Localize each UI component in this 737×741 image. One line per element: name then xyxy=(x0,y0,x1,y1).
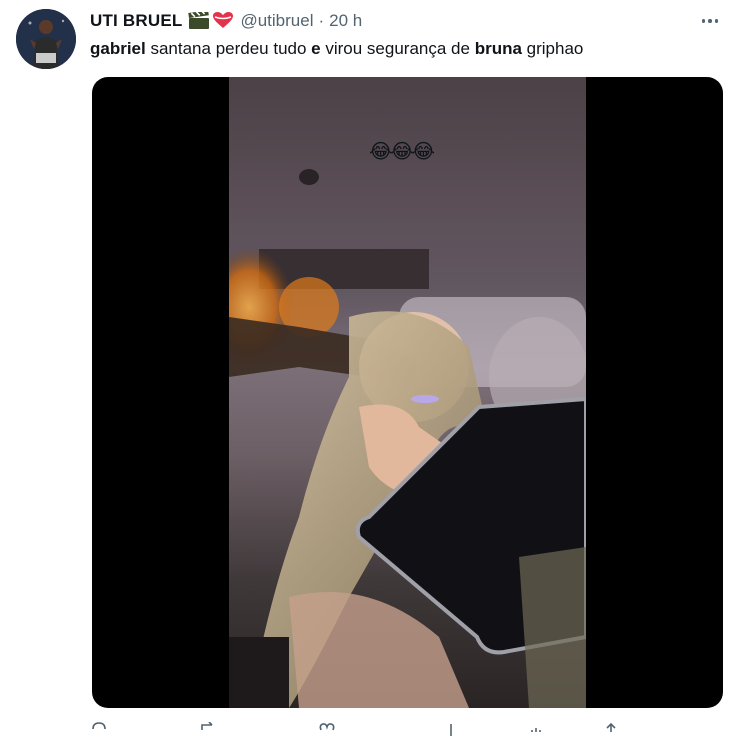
tweet-actions xyxy=(90,721,723,736)
tweet-text-part: e xyxy=(311,39,321,58)
separator-dot: · xyxy=(318,11,325,30)
more-icon-dot xyxy=(714,19,719,23)
user-handle[interactable]: @utibruel xyxy=(240,11,313,31)
retweet-icon[interactable] xyxy=(200,721,218,736)
avatar[interactable] xyxy=(16,9,76,69)
tweet-text-part: gabriel xyxy=(90,39,146,58)
tweet-text-part: bruna xyxy=(474,39,522,58)
display-name[interactable]: UTI BRUEL xyxy=(90,11,182,31)
more-icon-dot xyxy=(708,19,712,23)
clapper-board-emoji xyxy=(188,9,210,30)
timestamp[interactable]: 20 h xyxy=(329,11,362,31)
bookmark-icon[interactable] xyxy=(528,722,546,736)
avatar-image xyxy=(16,9,76,69)
tweet-header: UTI BRUEL @utibruel · 20 h xyxy=(90,9,362,32)
video-player[interactable]: 😂😂😂 xyxy=(229,77,586,708)
heart-emoji xyxy=(212,11,234,32)
views-icon[interactable] xyxy=(442,722,460,736)
tweet-media[interactable]: 😂😂😂 xyxy=(92,77,723,708)
tweet[interactable]: UTI BRUEL @utibruel · 20 h gabriel santa… xyxy=(0,0,737,736)
share-icon[interactable] xyxy=(602,722,620,736)
reply-icon[interactable] xyxy=(90,722,108,736)
tweet-text-part: virou segurança de xyxy=(320,39,475,58)
tweet-text: gabriel santana perdeu tudo e virou segu… xyxy=(90,38,583,60)
tweet-text-part: griphao xyxy=(521,39,584,58)
tweet-text-part: santana perdeu tudo xyxy=(145,39,312,58)
video-overlay-emoji: 😂😂😂 xyxy=(369,141,435,163)
more-icon-dot xyxy=(701,19,706,23)
like-icon[interactable] xyxy=(318,722,336,736)
video-frame xyxy=(229,169,586,708)
more-options-button[interactable] xyxy=(697,10,723,32)
